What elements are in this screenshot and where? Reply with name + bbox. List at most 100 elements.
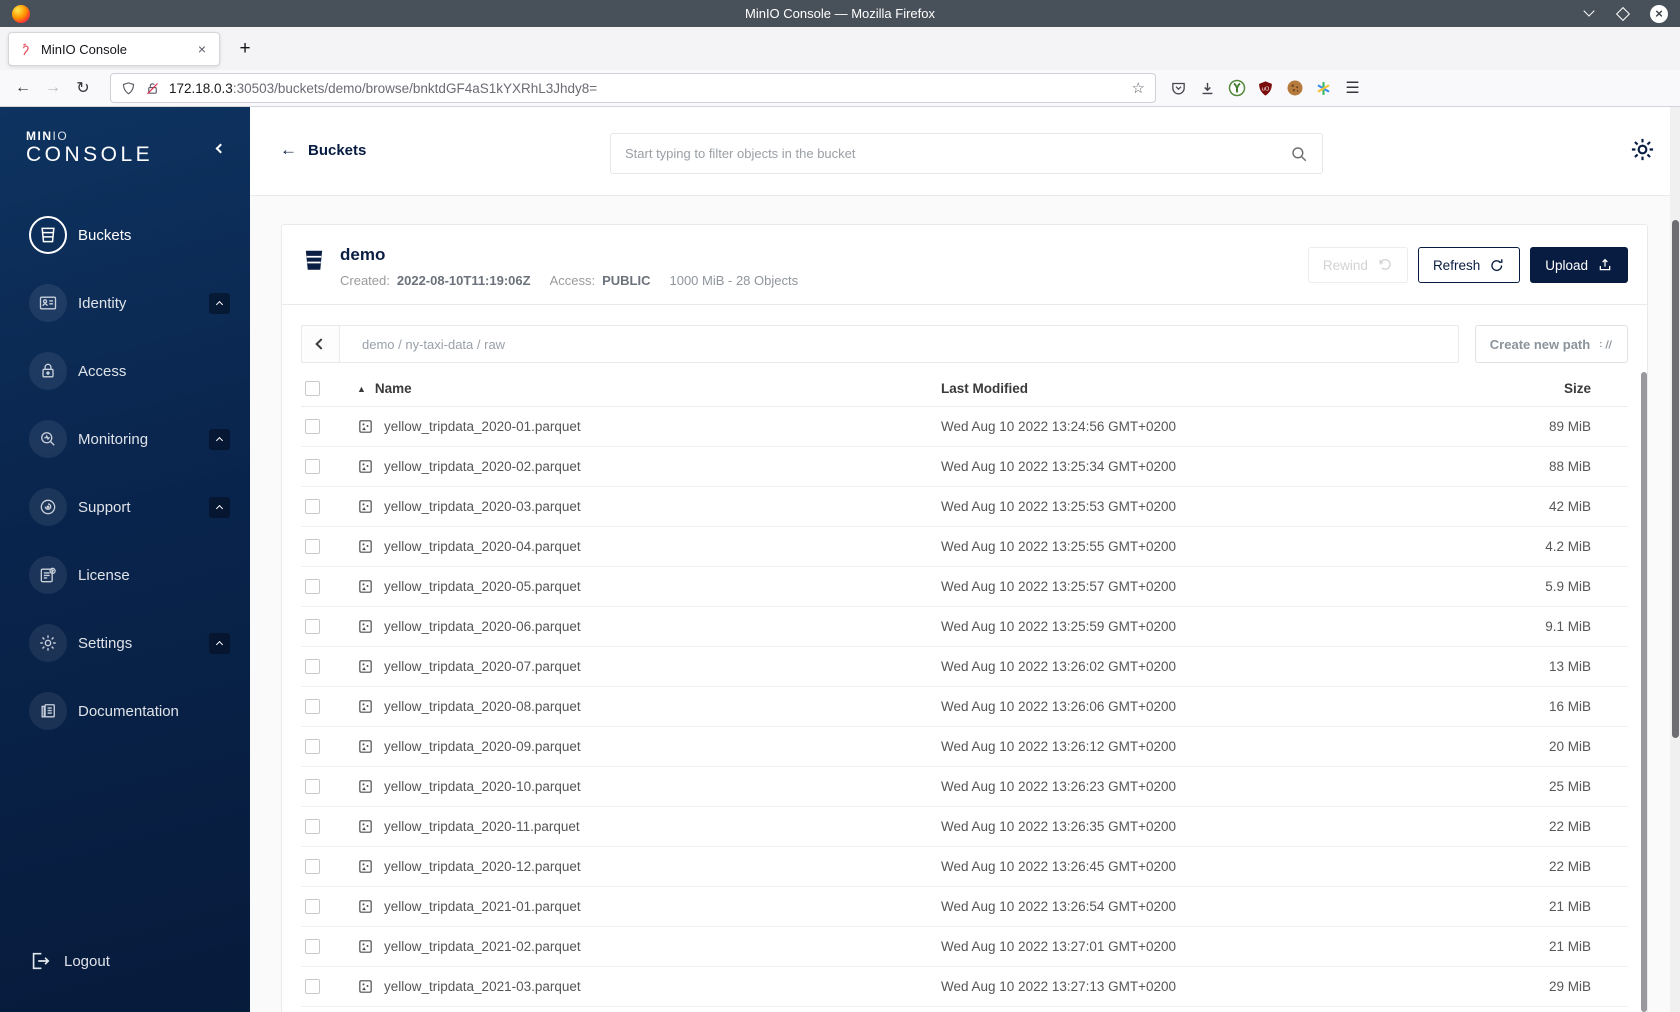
tab-minio-console[interactable]: MinIO Console × [8, 32, 220, 66]
modified-column-header[interactable]: Last Modified [941, 381, 1446, 396]
object-file-icon [357, 578, 374, 595]
settings-collapse-icon[interactable] [209, 632, 230, 654]
table-row[interactable]: yellow_tripdata_2020-06.parquet Wed Aug … [301, 607, 1628, 647]
object-modified: Wed Aug 10 2022 13:26:54 GMT+0200 [941, 899, 1177, 914]
browser-scrollbar-thumb[interactable] [1672, 220, 1679, 738]
sidebar-collapse-icon[interactable] [213, 135, 228, 161]
table-header-row: ▲ Name Last Modified Size [301, 371, 1628, 407]
table-row[interactable]: yellow_tripdata_2020-03.parquet Wed Aug … [301, 487, 1628, 527]
path-back-button[interactable] [302, 326, 340, 362]
buckets-icon [29, 216, 67, 254]
object-name: yellow_tripdata_2020-09.parquet [384, 739, 581, 754]
sidebar-item-identity[interactable]: Identity [0, 269, 250, 337]
sidebar-item-support[interactable]: Support [0, 473, 250, 541]
back-button[interactable]: ← [8, 74, 38, 102]
privacy-badger-icon[interactable] [1222, 74, 1251, 102]
object-size: 89 MiB [1548, 419, 1591, 434]
row-checkbox[interactable] [305, 579, 320, 594]
row-checkbox[interactable] [305, 539, 320, 554]
row-checkbox[interactable] [305, 499, 320, 514]
search-input[interactable] [625, 146, 1290, 161]
row-checkbox-cell [301, 539, 357, 554]
row-checkbox[interactable] [305, 739, 320, 754]
select-all-checkbox[interactable] [305, 381, 320, 396]
monitoring-collapse-icon[interactable] [209, 428, 230, 450]
table-row[interactable]: yellow_tripdata_2021-03.parquet Wed Aug … [301, 967, 1628, 1007]
table-row[interactable]: yellow_tripdata_2020-12.parquet Wed Aug … [301, 847, 1628, 887]
object-file-icon [357, 938, 374, 955]
ublock-icon[interactable]: uO [1251, 74, 1280, 102]
sidebar-item-buckets[interactable]: Buckets [0, 201, 250, 269]
identity-collapse-icon[interactable] [209, 292, 230, 314]
sidebar-item-monitoring[interactable]: Monitoring [0, 405, 250, 473]
sidebar-item-settings[interactable]: Settings [0, 609, 250, 677]
window-close-icon[interactable]: × [1650, 4, 1668, 23]
pocket-icon[interactable] [1164, 74, 1193, 102]
support-collapse-icon[interactable] [209, 496, 230, 518]
reload-button[interactable]: ↻ [68, 74, 98, 102]
object-file-icon [357, 498, 374, 515]
row-checkbox[interactable] [305, 419, 320, 434]
row-checkbox-cell [301, 459, 357, 474]
url-bar[interactable]: 172.18.0.3:30503/buckets/demo/browse/bnk… [110, 73, 1156, 103]
sidebar-item-documentation[interactable]: Documentation [0, 677, 250, 745]
settings-gear-icon[interactable] [1629, 136, 1656, 163]
insecure-lock-icon[interactable] [145, 81, 160, 96]
row-checkbox[interactable] [305, 619, 320, 634]
size-column-header[interactable]: Size [1446, 381, 1591, 396]
new-tab-button[interactable]: + [230, 34, 260, 64]
asterisk-extension-icon[interactable] [1309, 74, 1338, 102]
row-checkbox[interactable] [305, 899, 320, 914]
row-checkbox[interactable] [305, 699, 320, 714]
forward-button[interactable]: → [38, 74, 68, 102]
table-row[interactable]: yellow_tripdata_2021-01.parquet Wed Aug … [301, 887, 1628, 927]
tab-title: MinIO Console [41, 41, 127, 57]
row-checkbox[interactable] [305, 779, 320, 794]
back-to-buckets-link[interactable]: ← Buckets [280, 140, 366, 160]
tracking-shield-icon[interactable] [121, 81, 136, 96]
object-modified: Wed Aug 10 2022 13:26:35 GMT+0200 [941, 819, 1177, 834]
window-titlebar: MinIO Console — Mozilla Firefox × [0, 0, 1680, 27]
cookie-extension-icon[interactable] [1280, 74, 1309, 102]
table-row[interactable]: yellow_tripdata_2020-05.parquet Wed Aug … [301, 567, 1628, 607]
table-row[interactable]: yellow_tripdata_2020-09.parquet Wed Aug … [301, 727, 1628, 767]
sidebar-item-license[interactable]: License [0, 541, 250, 609]
table-row[interactable]: yellow_tripdata_2020-11.parquet Wed Aug … [301, 807, 1628, 847]
table-row[interactable]: yellow_tripdata_2020-08.parquet Wed Aug … [301, 687, 1628, 727]
sidebar-item-logout[interactable]: Logout [0, 938, 250, 984]
sidebar-item-access[interactable]: Access [0, 337, 250, 405]
app-scrollbar-thumb[interactable] [1641, 372, 1647, 1012]
row-checkbox[interactable] [305, 819, 320, 834]
refresh-button[interactable]: Refresh [1417, 247, 1521, 283]
window-minimize-icon[interactable] [1582, 4, 1596, 19]
table-row[interactable]: yellow_tripdata_2021-02.parquet Wed Aug … [301, 927, 1628, 967]
search-icon [1290, 145, 1308, 163]
downloads-icon[interactable] [1193, 74, 1222, 102]
path-row: demo / ny-taxi-data / raw Create new pat… [301, 325, 1628, 363]
tab-close-icon[interactable]: × [194, 40, 210, 58]
table-row[interactable]: yellow_tripdata_2020-07.parquet Wed Aug … [301, 647, 1628, 687]
table-row[interactable]: yellow_tripdata_2020-01.parquet Wed Aug … [301, 407, 1628, 447]
object-modified: Wed Aug 10 2022 13:27:13 GMT+0200 [941, 979, 1177, 994]
object-name: yellow_tripdata_2020-02.parquet [384, 459, 581, 474]
row-checkbox[interactable] [305, 859, 320, 874]
row-checkbox[interactable] [305, 659, 320, 674]
rewind-button[interactable]: Rewind [1307, 247, 1408, 283]
bookmark-star-icon[interactable]: ☆ [1132, 79, 1145, 97]
create-new-path-button[interactable]: Create new path [1475, 325, 1628, 363]
object-size: 22 MiB [1548, 819, 1591, 834]
row-checkbox[interactable] [305, 979, 320, 994]
name-column-header[interactable]: ▲ Name [357, 381, 941, 396]
bucket-header: demo Created: 2022-08-10T11:19:06Z Acces… [282, 225, 1647, 305]
table-row[interactable]: yellow_tripdata_2020-02.parquet Wed Aug … [301, 447, 1628, 487]
menu-hamburger-icon[interactable]: ☰ [1338, 74, 1367, 102]
table-row[interactable]: yellow_tripdata_2020-04.parquet Wed Aug … [301, 527, 1628, 567]
row-checkbox[interactable] [305, 459, 320, 474]
row-checkbox[interactable] [305, 939, 320, 954]
breadcrumb[interactable]: demo / ny-taxi-data / raw [340, 326, 505, 362]
table-row[interactable]: yellow_tripdata_2020-10.parquet Wed Aug … [301, 767, 1628, 807]
window-maximize-icon[interactable] [1615, 6, 1631, 21]
browser-scrollbar-track[interactable] [1670, 107, 1680, 1012]
upload-button[interactable]: Upload [1530, 247, 1628, 283]
object-modified: Wed Aug 10 2022 13:26:12 GMT+0200 [941, 739, 1177, 754]
